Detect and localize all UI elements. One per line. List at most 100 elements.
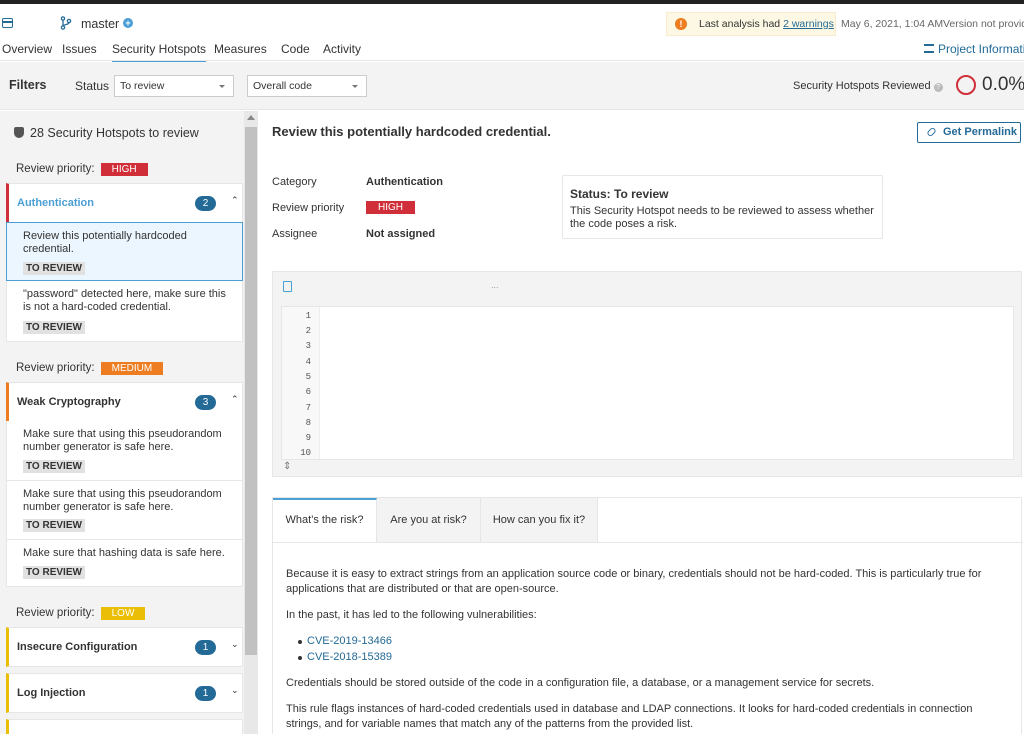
line-number: 6 xyxy=(305,387,311,397)
category-name: Log Injection xyxy=(17,687,86,699)
tab-overview[interactable]: Overview xyxy=(2,42,52,61)
review-priority-low: Review priority: LOW xyxy=(16,607,146,620)
project-nav: Overview Issues Security Hotspots Measur… xyxy=(0,42,1024,64)
sidebar-scrollbar[interactable] xyxy=(244,111,258,734)
project-information-label: Project Information xyxy=(938,42,1024,56)
tab-code[interactable]: Code xyxy=(281,42,310,61)
tab-are-you-at-risk[interactable]: Are you at risk? xyxy=(377,498,481,542)
priority-value-badge: HIGH xyxy=(366,201,415,214)
rule-tabs: What's the risk? Are you at risk? How ca… xyxy=(272,497,1023,735)
hotspot-text: Make sure that using this pseudorandom n… xyxy=(23,488,222,513)
analysis-date: May 6, 2021, 1:04 AM xyxy=(841,18,944,30)
review-priority-high: Review priority: HIGH xyxy=(16,163,148,176)
line-number: 10 xyxy=(300,448,311,458)
version-text: Version not provided xyxy=(943,18,1024,30)
scrollbar-thumb[interactable] xyxy=(245,127,257,655)
reviewed-percentage: 0.0% xyxy=(982,74,1024,95)
status-title: Status: To review xyxy=(570,187,669,201)
line-number: 3 xyxy=(305,341,311,351)
line-number: 9 xyxy=(305,433,311,443)
scope-select[interactable]: Overall code xyxy=(247,75,367,97)
tab-security-hotspots[interactable]: Security Hotspots xyxy=(112,42,207,63)
line-gutter: 1 2 3 4 5 6 7 8 9 10 xyxy=(282,307,320,459)
project-information-link[interactable]: Project Information xyxy=(924,42,1024,56)
chevron-down-icon: ⌄ xyxy=(231,639,239,649)
line-number: 4 xyxy=(305,357,311,367)
project-icon[interactable] xyxy=(2,18,13,28)
list-icon xyxy=(924,44,934,53)
category-name: Insecure Configuration xyxy=(17,641,138,653)
chevron-up-icon: ⌃ xyxy=(231,195,239,205)
filters-bar: Filters Status To review Overall code Se… xyxy=(0,62,1024,110)
category-weak-cryptography[interactable]: Weak Cryptography 3 ⌃ xyxy=(6,382,243,422)
cve-link[interactable]: CVE-2018-15389 xyxy=(297,651,392,663)
category-name: Authentication xyxy=(17,197,94,209)
category-log-injection[interactable]: Log Injection 1 ⌄ xyxy=(6,673,243,713)
hotspot-item-selected[interactable]: Review this potentially hardcoded creden… xyxy=(6,222,243,281)
tab-activity[interactable]: Activity xyxy=(323,42,361,61)
hotspot-status: TO REVIEW xyxy=(23,262,85,275)
link-icon xyxy=(926,126,937,138)
priority-badge-medium: MEDIUM xyxy=(100,362,164,375)
hotspots-sidebar: 28 Security Hotspots to review Review pr… xyxy=(0,111,258,734)
branch-add-icon[interactable]: + xyxy=(123,18,133,28)
hotspot-item[interactable]: Make sure that hashing data is safe here… xyxy=(6,540,243,587)
risk-paragraph: Because it is easy to extract strings fr… xyxy=(286,568,982,595)
code-viewer: ... 1 2 3 4 5 6 7 8 9 10 ⇕ xyxy=(272,271,1022,477)
warnings-link[interactable]: 2 warnings xyxy=(783,18,834,30)
category-count: 2 xyxy=(195,196,216,211)
status-select[interactable]: To review xyxy=(114,75,234,97)
priority-badge-high: HIGH xyxy=(100,163,148,176)
category-insecure-configuration[interactable]: Insecure Configuration 1 ⌄ xyxy=(6,627,243,667)
branch-icon xyxy=(60,16,72,30)
cve-link[interactable]: CVE-2019-13466 xyxy=(297,635,392,647)
hotspot-status: TO REVIEW xyxy=(23,321,85,334)
assignee-value[interactable]: Not assigned xyxy=(366,228,435,240)
hotspot-status: TO REVIEW xyxy=(23,460,85,473)
line-number: 8 xyxy=(305,418,311,428)
tab-measures[interactable]: Measures xyxy=(214,42,267,61)
code-area: 1 2 3 4 5 6 7 8 9 10 xyxy=(281,306,1014,460)
warning-icon: ! xyxy=(675,18,687,30)
filters-title: Filters xyxy=(9,78,47,92)
expand-icon[interactable]: ⇕ xyxy=(283,462,292,472)
status-label: Status xyxy=(75,79,110,93)
shield-icon xyxy=(14,127,24,138)
sidebar-heading-text: 28 Security Hotspots to review xyxy=(30,126,199,140)
risk-paragraph: This rule flags instances of hard-coded … xyxy=(286,703,973,730)
status-description: This Security Hotspot needs to be review… xyxy=(570,205,874,230)
branch-name[interactable]: master xyxy=(81,17,119,31)
category-partial[interactable] xyxy=(6,719,243,734)
scroll-up-icon[interactable] xyxy=(247,115,255,120)
tab-issues[interactable]: Issues xyxy=(62,42,97,61)
hotspot-status: TO REVIEW xyxy=(23,566,85,579)
hotspot-detail: Review this potentially hardcoded creden… xyxy=(258,111,1024,734)
hotspots-reviewed-text: Security Hotspots Reviewed xyxy=(793,80,931,92)
tab-how-can-you-fix-it[interactable]: How can you fix it? xyxy=(481,498,598,542)
assignee-label: Assignee xyxy=(272,228,318,240)
risk-paragraph: In the past, it has led to the following… xyxy=(286,609,537,621)
priority-badge-low: LOW xyxy=(100,607,146,620)
line-number: 5 xyxy=(305,372,311,382)
chevron-down-icon: ⌄ xyxy=(231,685,239,695)
hotspot-text: "password" detected here, make sure this… xyxy=(23,288,226,313)
review-priority-label: Review priority xyxy=(272,202,345,214)
category-count: 1 xyxy=(195,640,216,655)
priority-label: Review priority: xyxy=(16,607,95,619)
hotspot-item[interactable]: "password" detected here, make sure this… xyxy=(6,281,243,342)
help-icon[interactable]: ? xyxy=(933,83,943,92)
hotspot-text: Make sure that hashing data is safe here… xyxy=(23,547,225,559)
review-priority-medium: Review priority: MEDIUM xyxy=(16,362,164,375)
hotspot-status: TO REVIEW xyxy=(23,519,85,532)
hotspot-text: Review this potentially hardcoded creden… xyxy=(23,230,187,255)
reviewed-ring-icon xyxy=(956,75,976,95)
get-permalink-button[interactable]: Get Permalink xyxy=(917,122,1021,143)
tab-content: Because it is easy to extract strings fr… xyxy=(273,542,1023,735)
hotspot-item[interactable]: Make sure that using this pseudorandom n… xyxy=(6,421,243,481)
hotspot-item[interactable]: Make sure that using this pseudorandom n… xyxy=(6,481,243,540)
category-authentication[interactable]: Authentication 2 ⌃ xyxy=(6,183,243,223)
tab-whats-the-risk[interactable]: What's the risk? xyxy=(273,498,377,542)
permalink-label: Get Permalink xyxy=(943,126,1017,138)
file-path-placeholder: ... xyxy=(491,280,499,290)
warning-banner: ! Last analysis had 2 warnings xyxy=(666,12,836,36)
